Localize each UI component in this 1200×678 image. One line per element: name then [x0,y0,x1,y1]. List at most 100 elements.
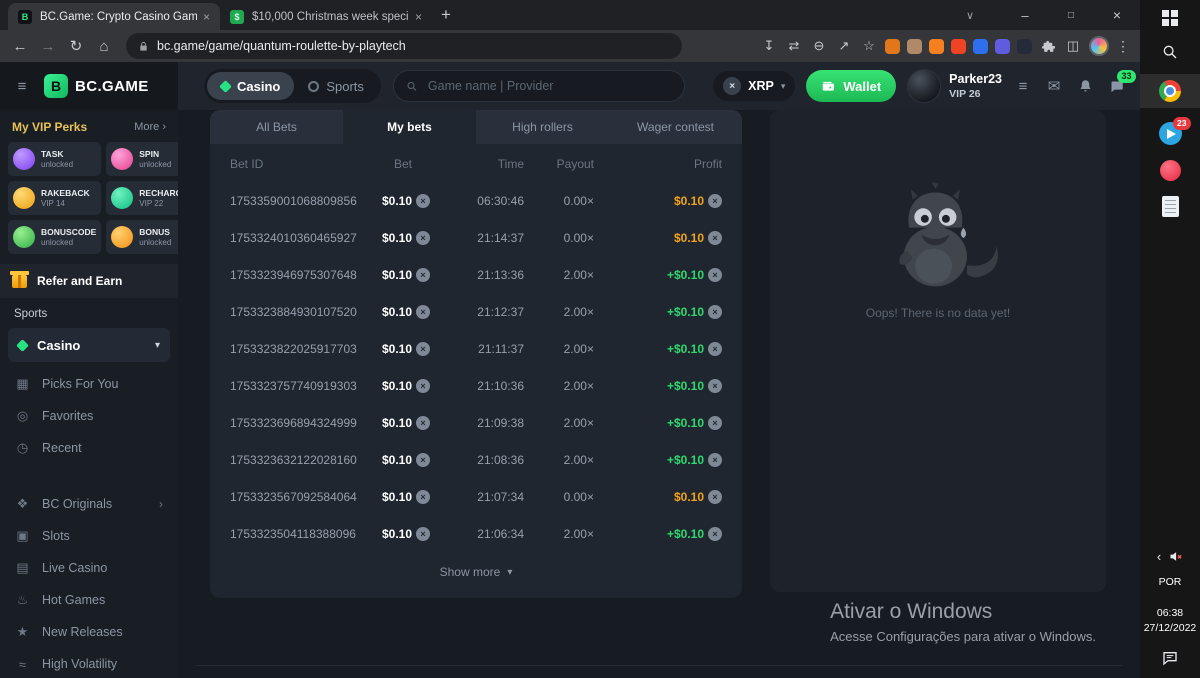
ext-monkey-icon[interactable] [907,39,922,54]
ext-dark-icon[interactable] [1017,39,1032,54]
sidebar-toggle-icon[interactable]: ≡ [0,78,44,95]
bet-payout: 2.00× [524,305,594,319]
ext-fox-icon[interactable] [929,39,944,54]
empty-state-message: Oops! There is no data yet! [866,306,1011,320]
sidebar-item-new-releases[interactable]: ★ New Releases [0,616,178,648]
tab-close-icon[interactable]: × [415,10,422,24]
send-to-device-icon[interactable]: ↧ [760,37,778,55]
ext-shield-icon[interactable] [973,39,988,54]
wallet-icon [821,79,835,93]
bet-time: 21:08:36 [430,453,524,467]
refresh-icon[interactable]: ↻ [62,32,90,60]
bet-time: 21:12:37 [430,305,524,319]
ext-metamask-icon[interactable] [885,39,900,54]
vip-perk-card[interactable]: SPIN unlocked C [106,142,178,176]
zoom-icon[interactable]: ⊖ [810,37,828,55]
vip-perk-card[interactable]: BONUSCODE unlocked [8,220,101,254]
bets-tab-high-rollers[interactable]: High rollers [476,110,609,144]
search-input[interactable] [426,78,672,94]
tab-sports[interactable]: Sports [294,72,378,100]
show-more-button[interactable]: Show more ▾ [210,552,742,592]
sidebar-item-slots[interactable]: ▣ Slots [0,520,178,552]
xrp-coin-icon: × [708,416,722,430]
currency-selector[interactable]: × XRP ▾ [713,71,795,101]
language-indicator[interactable]: POR [1159,576,1182,588]
bcgame-page: ≡ B BC.GAME Casino Sports [0,62,1140,678]
refer-and-earn[interactable]: Refer and Earn [0,264,178,298]
taskbar-search-icon[interactable] [1162,44,1178,60]
vip-perk-card[interactable]: RECHARGE VIP 22 [106,181,178,215]
toolbar-right: ↧ ⇄ ⊖ ↗ ☆ ◫ ⋮ [760,36,1134,56]
bet-id: 1753323504118388096 [230,527,370,541]
taskbar-chrome-active[interactable] [1140,74,1200,108]
bookmark-star-icon[interactable]: ☆ [860,37,878,55]
chat-icon[interactable]: 33 [1106,79,1126,94]
maximize-button[interactable]: □ [1048,0,1094,30]
sidebar-item-high-volatility[interactable]: ≈ High Volatility [0,648,178,678]
ext-wallet-icon[interactable] [995,39,1010,54]
volume-muted-icon[interactable] [1168,549,1183,564]
taskbar-clock[interactable]: 06:38 27/12/2022 [1144,606,1197,636]
xrp-coin-icon: × [708,194,722,208]
bet-id: 1753323884930107520 [230,305,370,319]
close-button[interactable]: × [1094,0,1140,30]
bets-tab-my-bets[interactable]: My bets [343,110,476,144]
side-panel-icon[interactable]: ◫ [1064,37,1082,55]
new-tab-button[interactable]: + [432,1,460,29]
bet-payout: 2.00× [524,416,594,430]
browser-menu-icon[interactable]: ⋮ [1116,38,1130,55]
vip-perk-card[interactable]: RAKEBACK VIP 14 [8,181,101,215]
translate-icon[interactable]: ⇄ [785,37,803,55]
footer-divider [196,665,1122,666]
home-icon[interactable]: ⌂ [90,32,118,60]
tab-casino[interactable]: Casino [207,72,294,100]
tab-close-icon[interactable]: × [203,10,210,24]
bet-amount: $0.10 [382,527,412,541]
bets-tab-all-bets[interactable]: All Bets [210,110,343,144]
tab-search-icon[interactable]: ∨ [950,0,990,30]
action-center-icon[interactable] [1162,650,1178,666]
bet-time: 06:30:46 [430,194,524,208]
notifications-bell-icon[interactable] [1075,79,1095,94]
address-bar[interactable]: bc.game/game/quantum-roulette-by-playtec… [126,33,682,59]
chat-badge: 33 [1117,70,1136,84]
site-logo[interactable]: B BC.GAME [44,74,149,98]
bet-slip-icon[interactable]: ≡ [1013,78,1033,95]
bets-tab-wager-contest[interactable]: Wager contest [609,110,742,144]
share-icon[interactable]: ↗ [835,37,853,55]
ext-flame-icon[interactable] [951,39,966,54]
sidebar-item-live-casino[interactable]: ▤ Live Casino [0,552,178,584]
browser-profile-avatar[interactable] [1089,36,1109,56]
vip-perk-card[interactable]: BONUS unlocked [106,220,178,254]
browser-tab-1[interactable]: B BC.Game: Crypto Casino Games × [8,3,220,30]
taskbar-overflow-chevron[interactable]: ‹ [1157,549,1161,564]
notes-app-icon[interactable] [1162,196,1179,217]
telegram-icon[interactable]: 23 [1159,122,1182,145]
back-icon[interactable]: ← [6,32,34,60]
xrp-coin-icon: × [708,527,722,541]
sidebar-item-bc-originals[interactable]: ❖ BC Originals › [0,488,178,520]
windows-start-icon[interactable] [1162,10,1178,26]
minimize-button[interactable]: – [1002,0,1048,30]
vip-more-link[interactable]: More › [134,121,166,133]
user-profile[interactable]: Parker23 VIP 26 [907,69,1002,103]
sidebar-item-hot-games[interactable]: ♨ Hot Games [0,584,178,616]
sidebar-item-favorites[interactable]: ◎ Favorites [0,400,178,432]
vip-perk-card[interactable]: TASK unlocked [8,142,101,176]
wallet-button[interactable]: Wallet [806,70,896,102]
forward-icon[interactable]: → [34,32,62,60]
sidebar-item-recent[interactable]: ◷ Recent [0,432,178,464]
bet-payout: 2.00× [524,342,594,356]
sidebar-casino-dropdown[interactable]: Casino ▾ [8,328,170,362]
sidebar-item-picks-for-you[interactable]: ▦ Picks For You [0,368,178,400]
sidebar-section-sports[interactable]: Sports [0,298,178,324]
table-row: 1753323757740919303 $0.10 × 21:10:36 2.0… [230,367,722,404]
tab-title: BC.Game: Crypto Casino Games [40,11,197,23]
extensions-puzzle-icon[interactable] [1039,37,1057,55]
mail-icon[interactable]: ✉ [1044,77,1064,95]
game-search[interactable] [393,70,685,102]
browser-tab-2[interactable]: $ $10,000 Christmas week special × [220,3,432,30]
chevron-down-icon: ▾ [507,567,512,578]
red-app-icon[interactable] [1160,160,1181,181]
bc-originals-icon: ❖ [15,496,30,512]
